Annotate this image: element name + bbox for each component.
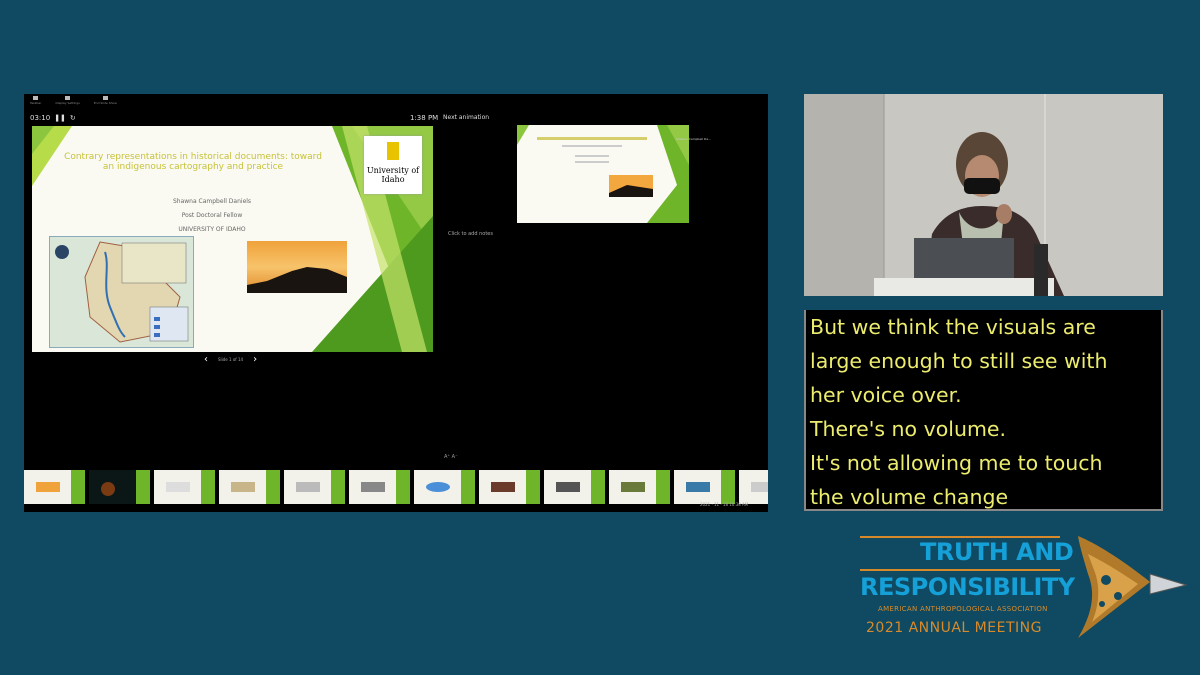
slide-author-block: Shawna Campbell Daniels Post Doctoral Fe…: [132, 195, 292, 237]
logo-title-line1: TRUTH AND: [920, 538, 1074, 566]
sunset-photo: [247, 241, 347, 293]
slide-thumbnail[interactable]: [544, 470, 605, 504]
conference-logo: TRUTH AND RESPONSIBILITY AMERICAN ANTHRO…: [858, 532, 1188, 646]
presenter-view-window: Taskbar Display Settings End Slide Show …: [24, 94, 768, 512]
speaker-video: [804, 94, 1163, 296]
slide-thumbnail[interactable]: [674, 470, 735, 504]
end-slideshow-button[interactable]: End Slide Show: [94, 96, 117, 108]
slide-thumbnail[interactable]: [609, 470, 670, 504]
taskbar-icon: [33, 96, 39, 100]
university-logo-text: University of Idaho: [366, 166, 420, 184]
presenter-toolbar: Taskbar Display Settings End Slide Show: [30, 96, 117, 108]
next-animation-label: Next animation: [443, 114, 490, 121]
logo-meeting: 2021 ANNUAL MEETING: [866, 620, 1042, 636]
slide-thumbnail[interactable]: [219, 470, 280, 504]
university-mark-icon: [387, 142, 399, 160]
previous-slide-button[interactable]: ‹: [204, 354, 208, 365]
slide-thumbnail[interactable]: [739, 470, 768, 504]
logo-rule: [860, 569, 1060, 571]
author-name: Shawna Campbell Daniels: [172, 198, 252, 205]
next-slide-preview: [517, 125, 689, 223]
clock: 1:38 PM: [410, 114, 439, 122]
live-captions-panel: But we think the visuals are large enoug…: [804, 310, 1163, 511]
display-settings-icon: [65, 96, 71, 100]
slide-title: Contrary representations in historical d…: [64, 152, 322, 172]
author-position: Post Doctoral Fellow: [181, 212, 243, 219]
caption-line: her voice over.: [810, 383, 962, 407]
next-slide-button[interactable]: ›: [253, 354, 257, 365]
arrowhead-emblem-icon: [1078, 536, 1188, 638]
timer: 03:10 ❚❚ ↻: [30, 114, 76, 122]
current-slide[interactable]: Contrary representations in historical d…: [32, 126, 433, 352]
slide-navigation: ‹ Slide 1 of 14 ›: [204, 354, 257, 365]
end-slideshow-icon: [102, 96, 108, 100]
slide-counter[interactable]: Slide 1 of 14: [218, 357, 243, 362]
caption-line: It's not allowing me to touch: [810, 451, 1103, 475]
font-size-adjust[interactable]: A⁺ A⁻: [444, 454, 458, 460]
slide-thumbnail[interactable]: [284, 470, 345, 504]
slide-thumbnail-strip: [24, 470, 768, 504]
caption-line: large enough to still see with: [810, 349, 1108, 373]
next-slide-shapes: [517, 125, 689, 223]
caption-line: There's no volume.: [810, 417, 1007, 441]
next-slide-caption: Shawna Campbell Da...: [676, 137, 711, 141]
slide-thumbnail[interactable]: [89, 470, 150, 504]
speaker-video-frame: [804, 94, 1163, 296]
slide-thumbnail[interactable]: [349, 470, 410, 504]
logo-organization: AMERICAN ANTHROPOLOGICAL ASSOCIATION: [878, 605, 1048, 613]
author-institution: UNIVERSITY OF IDAHO: [178, 226, 246, 233]
historical-map-image: [49, 236, 194, 348]
caption-line: the volume change: [810, 485, 1009, 509]
map-drawing: [50, 237, 193, 347]
slide-thumbnail[interactable]: [479, 470, 540, 504]
system-status: 2021 · 11 · 18 10:38 AM: [700, 502, 749, 507]
speaker-notes-area[interactable]: Click to add notes: [448, 231, 493, 237]
slide-thumbnail[interactable]: [154, 470, 215, 504]
university-logo: University of Idaho: [364, 136, 422, 194]
restart-icon[interactable]: ↻: [70, 114, 76, 122]
display-settings-button[interactable]: Display Settings: [55, 96, 80, 108]
pause-icon[interactable]: ❚❚: [54, 114, 66, 122]
taskbar-button[interactable]: Taskbar: [30, 96, 41, 108]
slide-thumbnail[interactable]: [24, 470, 85, 504]
timer-value: 03:10: [30, 114, 51, 122]
caption-line: But we think the visuals are: [810, 315, 1096, 339]
sunset-drawing: [247, 267, 347, 293]
logo-title-line2: RESPONSIBILITY: [860, 573, 1075, 601]
slide-thumbnail[interactable]: [414, 470, 475, 504]
